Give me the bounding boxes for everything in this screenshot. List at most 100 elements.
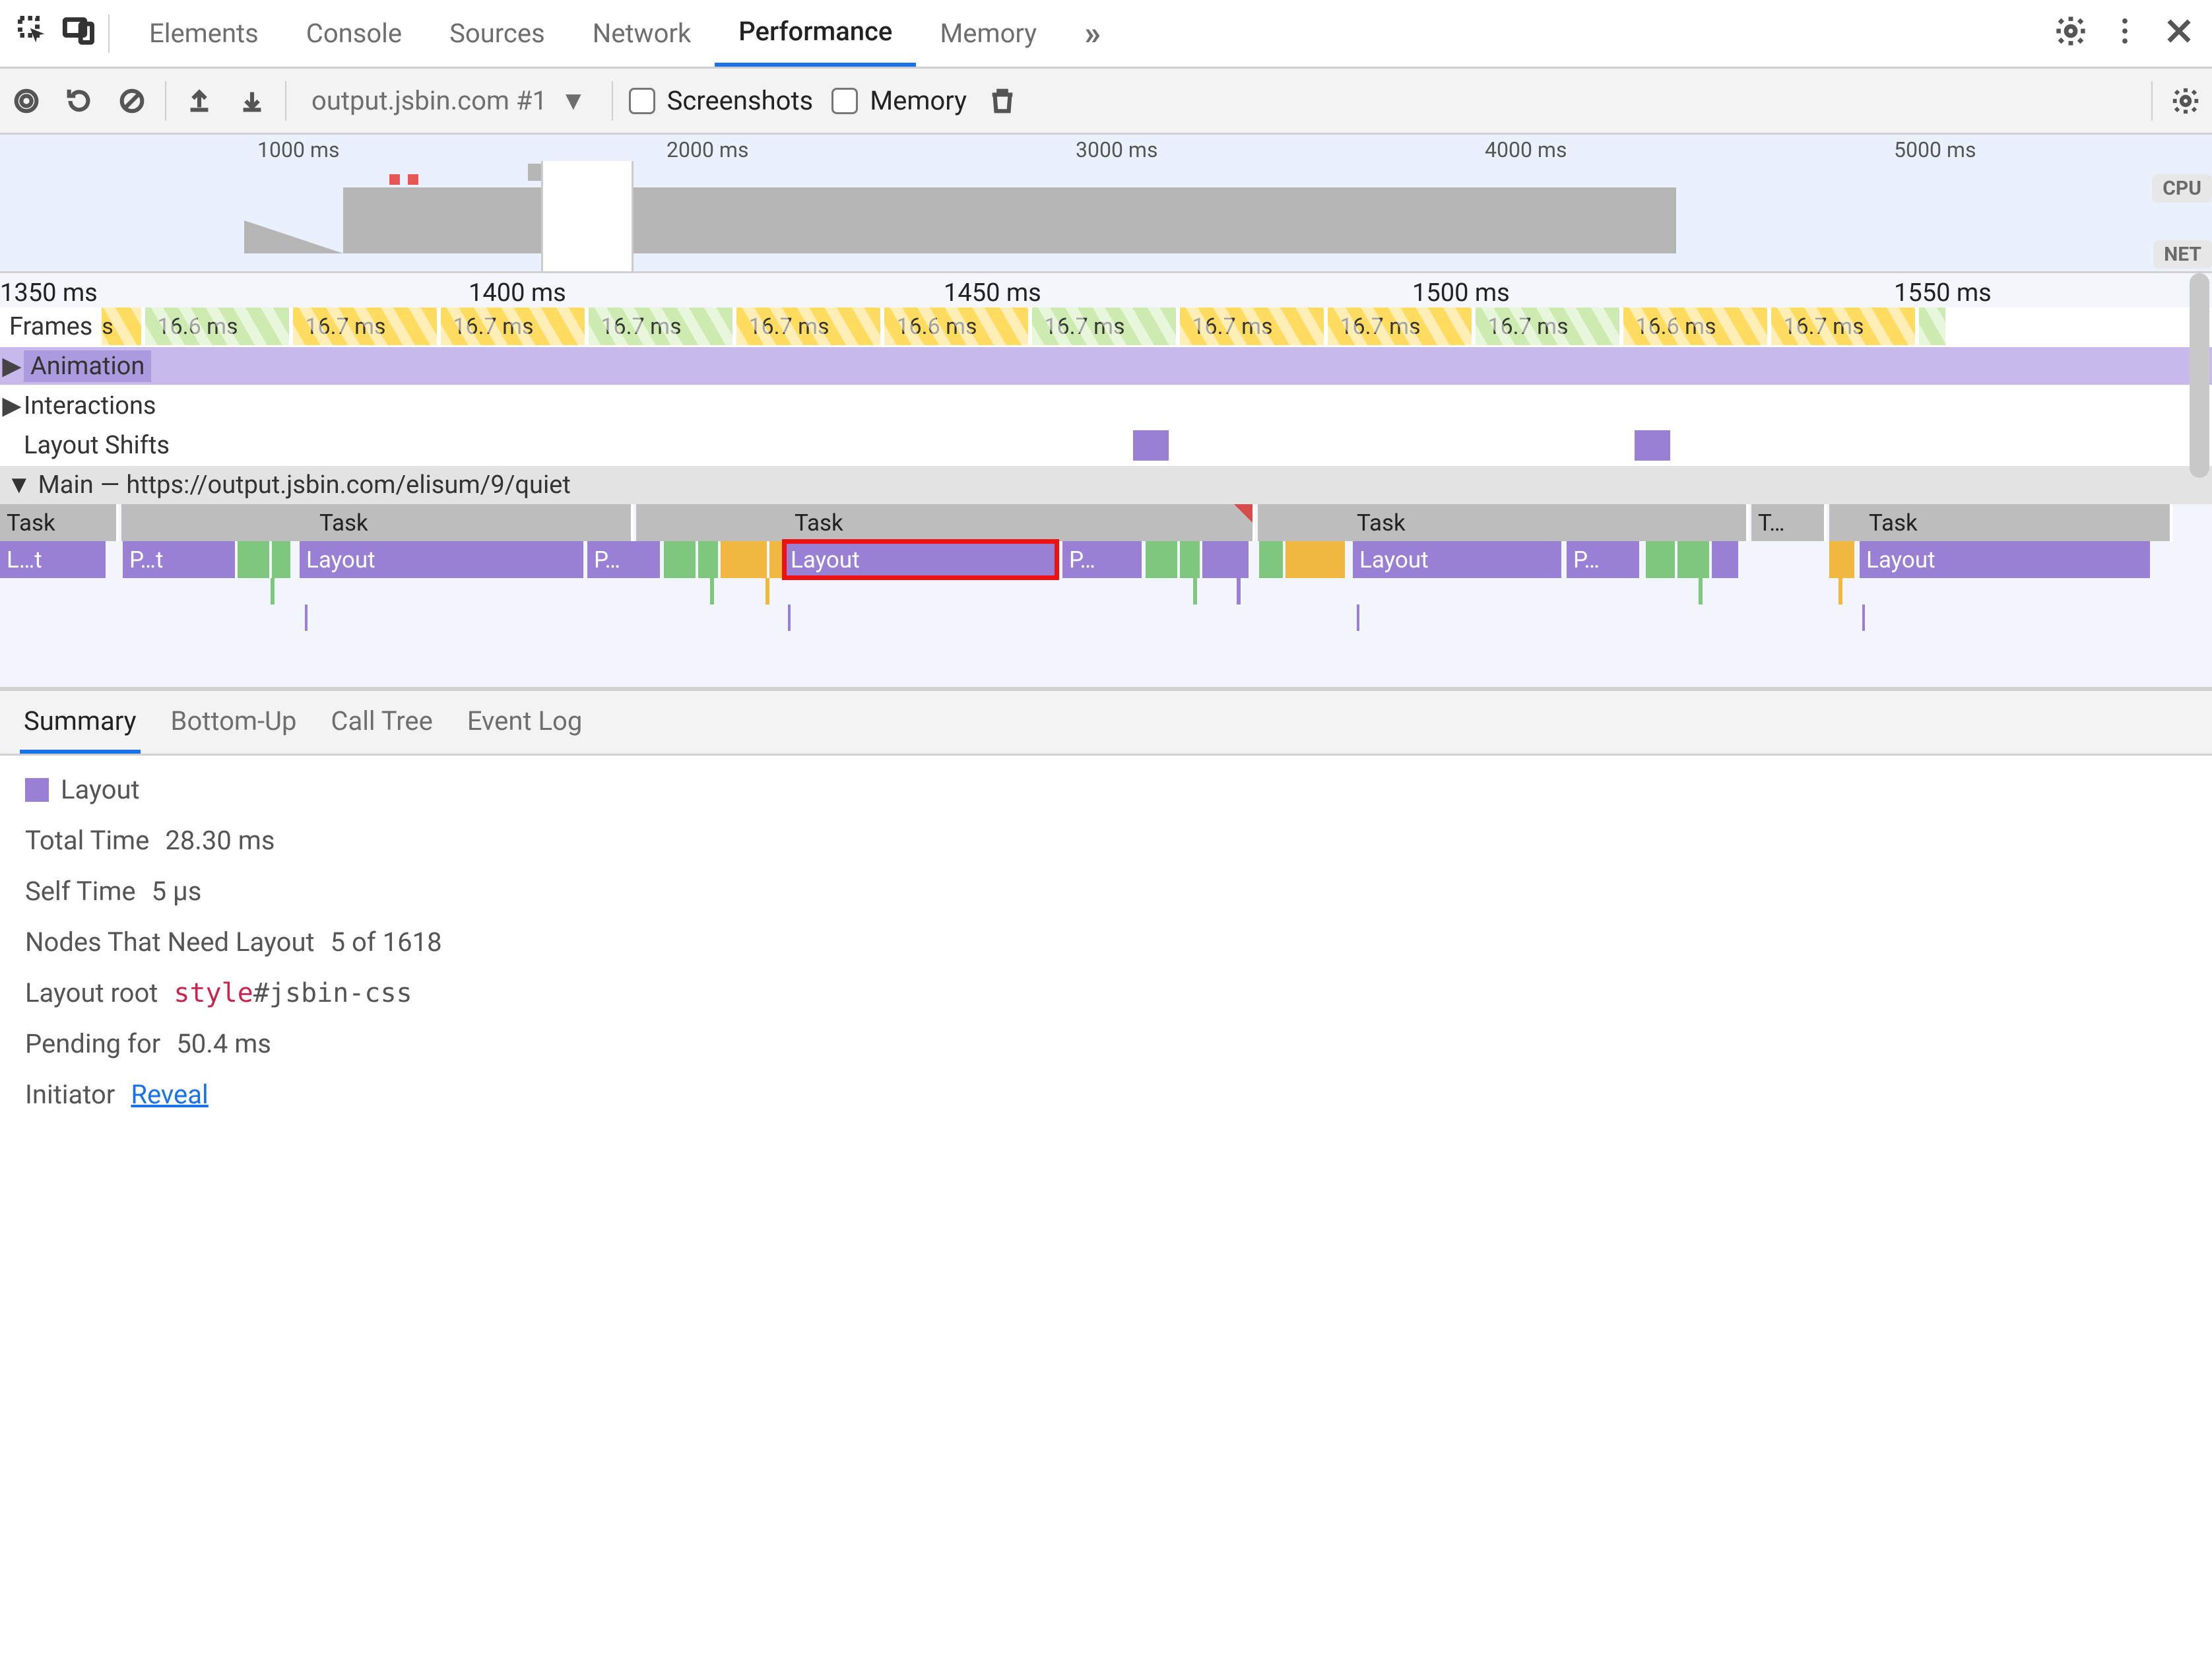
tab-sources[interactable]: Sources [426,0,569,67]
frame-cell[interactable]: 16.6 ms [145,308,289,345]
frame-cell[interactable]: 16.6 ms [884,308,1028,345]
flame-layout[interactable]: Layout [1353,541,1561,578]
gc-button[interactable] [976,68,1029,134]
frame-cell[interactable]: 16.7 ms [441,308,585,345]
overview-selection-window[interactable] [541,161,634,271]
frames-track[interactable]: Frames ms16.6 ms16.7 ms16.7 ms16.7 ms16.… [0,308,2212,347]
flame-event[interactable] [272,541,290,578]
close-icon[interactable] [2162,14,2196,53]
disclosure-down-icon[interactable]: ▼ [7,471,32,500]
screenshots-toggle[interactable]: Screenshots [620,85,823,116]
tab-more[interactable]: » [1060,0,1124,67]
flame-event[interactable] [1285,541,1345,578]
detail-tab-calltree[interactable]: Call Tree [327,703,436,754]
reload-record-button[interactable] [53,68,106,134]
device-toggle-icon[interactable] [62,14,96,53]
frame-cell[interactable]: 16.7 ms [589,308,732,345]
frame-cell[interactable]: 16.7 ms [293,308,437,345]
tab-memory[interactable]: Memory [916,0,1060,67]
kebab-menu-icon[interactable] [2108,14,2142,53]
flame-task[interactable]: Task [1829,504,2172,541]
flame-event[interactable] [769,541,783,578]
flame-event[interactable] [238,541,269,578]
frame-cell[interactable]: 16.7 ms [1771,308,1915,345]
record-button[interactable] [0,68,53,134]
initiator-reveal-link[interactable]: Reveal [131,1079,208,1110]
flame-event[interactable] [1829,541,1842,578]
flame-event[interactable]: P… [587,541,660,578]
upload-profile-button[interactable] [173,68,226,134]
divider [2151,81,2153,121]
tab-performance[interactable]: Performance [715,0,916,67]
detail-tab-eventlog[interactable]: Event Log [463,703,586,754]
flame-task[interactable]: Task [121,504,634,541]
row-label: Total Time [25,825,149,856]
frame-cell[interactable]: 16.7 ms [1180,308,1324,345]
flame-thin[interactable] [765,578,769,604]
flame-event[interactable]: P… [1567,541,1639,578]
frame-cell[interactable] [1919,308,1945,345]
flame-task[interactable]: Task [1258,504,1749,541]
main-flamechart[interactable]: Task Task Task Task T… Task L…t P…t Layo… [0,504,2212,689]
flame-thin[interactable] [710,578,714,604]
disclosure-right-icon[interactable]: ▶ [0,351,24,381]
flame-task[interactable]: T… [1751,504,1827,541]
flame-task[interactable]: Task [0,504,119,541]
recording-select[interactable]: output.jsbin.com #1 ▼ [293,85,605,116]
flame-event[interactable] [1841,541,1854,578]
memory-label: Memory [870,85,967,116]
layout-shifts-track[interactable]: Layout Shifts [0,426,2212,466]
flame-event[interactable] [1646,541,1675,578]
settings-icon[interactable] [2054,14,2088,53]
tab-network[interactable]: Network [569,0,715,67]
flame-event[interactable] [1202,541,1249,578]
flame-event[interactable] [1146,541,1177,578]
flame-thin[interactable] [271,578,275,604]
flame-thin[interactable] [788,604,791,631]
frame-cell[interactable]: 16.7 ms [1032,308,1176,345]
divider [612,81,613,121]
flame-event[interactable] [698,541,718,578]
frame-cell[interactable]: 16.6 ms [1623,308,1767,345]
interactions-track[interactable]: ▶ Interactions [0,387,2212,426]
capture-settings-icon[interactable] [2159,68,2212,134]
flame-event[interactable] [721,541,767,578]
detail-tab-bottomup[interactable]: Bottom-Up [167,703,301,754]
flame-event[interactable] [1259,541,1283,578]
flame-layout[interactable]: Layout [300,541,583,578]
frame-cell[interactable]: 16.7 ms [736,308,880,345]
flame-event[interactable]: L…t [0,541,106,578]
row-value: 5 µs [152,876,202,907]
flame-event[interactable] [1677,541,1709,578]
flame-event[interactable] [664,541,696,578]
tab-elements[interactable]: Elements [125,0,282,67]
frame-cell[interactable]: 16.7 ms [1476,308,1619,345]
flame-event[interactable]: P… [1062,541,1142,578]
tab-console[interactable]: Console [282,0,426,67]
flame-event[interactable] [1180,541,1200,578]
flame-thin[interactable] [1699,578,1703,604]
flame-thin[interactable] [1862,604,1865,631]
flame-thin[interactable] [1838,578,1842,604]
flame-task[interactable]: Task [636,504,1255,541]
main-track-header[interactable]: ▼ Main — https://output.jsbin.com/elisum… [0,466,2212,504]
flame-thin[interactable] [305,604,308,631]
layout-shift-mark[interactable] [1133,430,1169,461]
flame-thin[interactable] [1193,578,1197,604]
disclosure-right-icon[interactable]: ▶ [0,391,24,420]
layout-shift-mark[interactable] [1635,430,1670,461]
flame-thin[interactable] [1357,604,1359,631]
overview-strip[interactable]: 1000 ms 2000 ms 3000 ms 4000 ms 5000 ms … [0,135,2212,273]
clear-button[interactable] [106,68,158,134]
flame-event[interactable] [1712,541,1738,578]
inspect-icon[interactable] [16,14,50,53]
flame-layout-selected[interactable]: Layout [784,541,1057,578]
animation-track[interactable]: ▶ Animation [0,347,2212,387]
download-profile-button[interactable] [226,68,278,134]
frame-cell[interactable]: 16.7 ms [1328,308,1472,345]
detail-tab-summary[interactable]: Summary [20,703,141,754]
flame-thin[interactable] [1237,578,1241,604]
memory-toggle[interactable]: Memory [822,85,976,116]
flame-event[interactable]: P…t [123,541,235,578]
flame-layout[interactable]: Layout [1860,541,2150,578]
